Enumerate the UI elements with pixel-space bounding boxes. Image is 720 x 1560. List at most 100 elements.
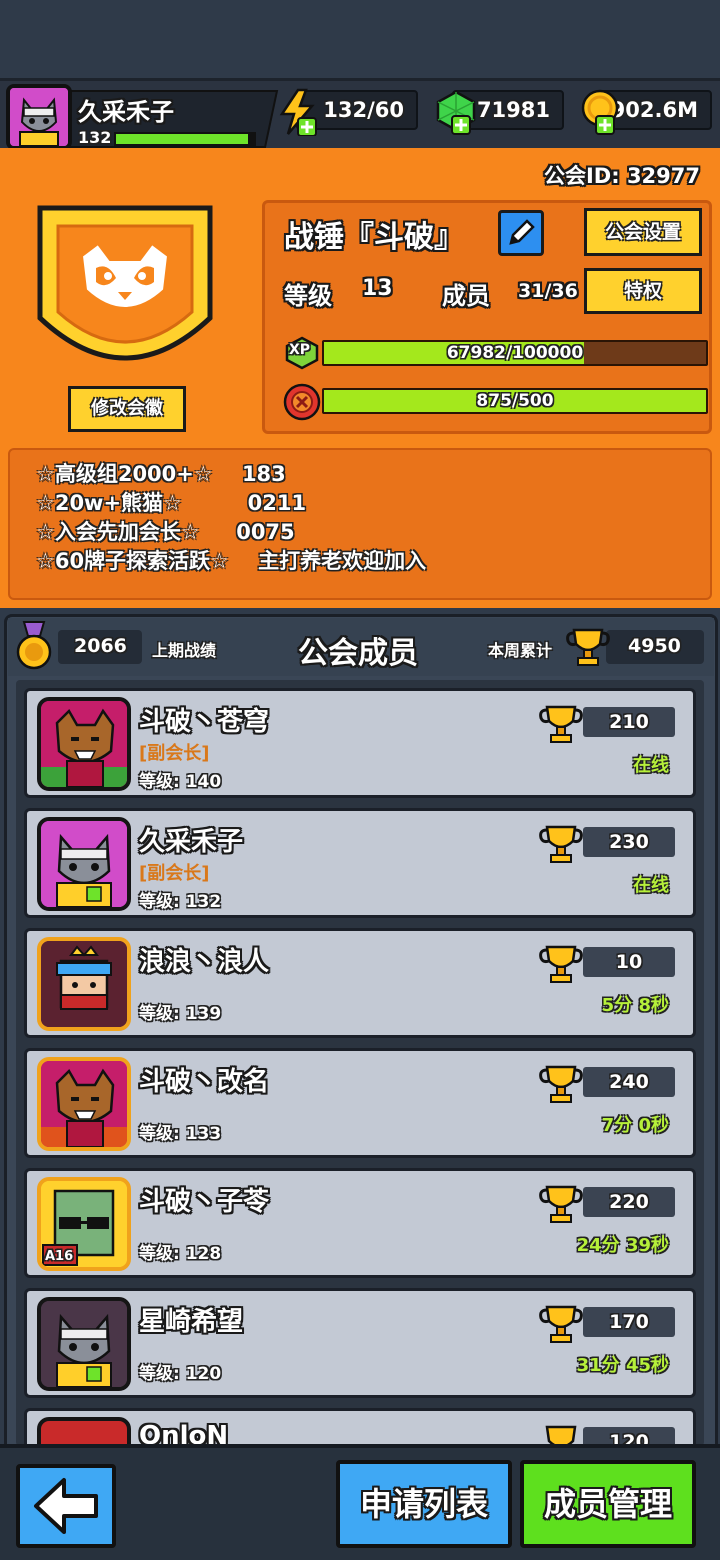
week-total: 4950 — [628, 635, 681, 657]
guild-settings-button[interactable]: 公会设置 — [584, 208, 702, 256]
guild-name: 战锤『斗破』 — [284, 220, 464, 255]
last-score-label: 上期战绩 — [152, 641, 217, 660]
last-score: 2066 — [74, 635, 127, 657]
member-status: 7分 0秒 — [601, 1115, 669, 1136]
status-bar-area — [0, 0, 720, 78]
week-total-label: 本周累计 — [488, 641, 553, 660]
member-name: OnloN — [139, 1421, 229, 1446]
coin-icon[interactable] — [578, 88, 622, 136]
edit-name-button[interactable] — [498, 210, 544, 256]
trophy-icon — [539, 1065, 583, 1103]
member-level: 等级: 140 — [139, 772, 222, 792]
member-name: 星崎希望 — [139, 1307, 244, 1337]
member-name: 久采禾子 — [139, 827, 244, 857]
description-line: ☆20w+熊猫☆ 0211 — [36, 491, 307, 515]
player-avatar[interactable] — [6, 84, 72, 150]
member-row[interactable]: 星崎希望 等级: 120 170 31分 45秒 — [24, 1288, 696, 1398]
activity-medal-icon — [283, 383, 321, 421]
description-line: ☆高级组2000+☆ 183 — [36, 462, 286, 486]
guild-activity-bar: 875/500 — [322, 388, 708, 414]
member-row[interactable]: 浪浪丶浪人 等级: 139 10 5分 8秒 — [24, 928, 696, 1038]
gem-icon[interactable] — [434, 88, 478, 136]
trophy-icon — [539, 705, 583, 743]
cat-avatar-icon — [41, 1301, 127, 1387]
member-name: 斗破丶子苓 — [139, 1187, 270, 1217]
member-row[interactable]: 斗破丶改名 等级: 133 240 7分 0秒 — [24, 1048, 696, 1158]
member-row[interactable]: OnloN 120 — [24, 1408, 696, 1446]
apply-list-button[interactable]: 申请列表 — [336, 1460, 512, 1548]
privilege-button[interactable]: 特权 — [584, 268, 702, 314]
trophy-icon — [539, 945, 583, 983]
member-name: 斗破丶改名 — [139, 1067, 270, 1097]
trophy-icon — [539, 1305, 583, 1343]
ninja-avatar-icon — [41, 941, 127, 1027]
member-status: 5分 8秒 — [601, 995, 669, 1016]
member-avatar[interactable]: A16 — [37, 1177, 131, 1271]
player-panel[interactable]: 久采禾子 132 — [6, 84, 279, 154]
member-level: 等级: 128 — [139, 1244, 222, 1264]
description-line: ☆入会先加会长☆ 0075 — [36, 520, 295, 544]
guild-xp-bar: 67982/100000 — [322, 340, 708, 366]
trophy-icon — [539, 825, 583, 863]
coins-value: 902.6M — [610, 98, 698, 122]
change-badge-button[interactable]: 修改会徽 — [68, 386, 186, 432]
wolf-avatar-icon — [41, 701, 127, 787]
member-trophies: 10 — [583, 947, 675, 977]
player-name: 久采禾子 — [78, 98, 174, 126]
members-title: 公会成员 — [298, 636, 418, 671]
members-label: 成员 — [442, 282, 490, 310]
player-xp-bar — [114, 132, 256, 146]
cat-avatar-icon — [10, 88, 68, 146]
member-level: 等级: 120 — [139, 1364, 222, 1384]
guild-xp-text: 67982/100000 — [446, 343, 584, 363]
player-xp-fill — [116, 134, 249, 144]
back-button[interactable] — [16, 1464, 116, 1548]
members-list[interactable]: 斗破丶苍穹 [副会长] 等级: 140 210 在线 久采禾子 [副会长] 等级… — [16, 680, 704, 1446]
member-avatar[interactable] — [37, 1417, 131, 1446]
trophy-icon — [545, 1425, 577, 1446]
member-status: 在线 — [633, 755, 669, 776]
member-row[interactable]: 久采禾子 [副会长] 等级: 132 230 在线 — [24, 808, 696, 918]
description-line: ☆60牌子探索活跃☆ 主打养老欢迎加入 — [36, 549, 427, 573]
member-trophies: 170 — [583, 1307, 675, 1337]
member-avatar[interactable] — [37, 1297, 131, 1391]
member-manage-button[interactable]: 成员管理 — [520, 1460, 696, 1548]
member-avatar[interactable] — [37, 817, 131, 911]
member-avatar[interactable] — [37, 697, 131, 791]
member-name: 斗破丶苍穹 — [139, 707, 270, 737]
energy-value: 132/60 — [323, 98, 404, 122]
member-level: 等级: 132 — [139, 892, 222, 912]
level-label: 等级 — [284, 282, 332, 310]
medal-icon — [16, 621, 52, 670]
members-count: 31/36 — [518, 280, 578, 302]
member-role: [副会长] — [139, 863, 210, 884]
member-name: 浪浪丶浪人 — [139, 947, 270, 977]
guild-level: 13 — [362, 276, 393, 301]
member-level: 等级: 139 — [139, 1004, 222, 1024]
trophy-icon — [566, 628, 610, 666]
member-row[interactable]: 斗破丶苍穹 [副会长] 等级: 140 210 在线 — [24, 688, 696, 798]
member-avatar[interactable] — [37, 937, 131, 1031]
member-status: 31分 45秒 — [576, 1355, 669, 1376]
member-avatar[interactable] — [37, 1057, 131, 1151]
member-trophies: 210 — [583, 707, 675, 737]
member-trophies: 240 — [583, 1067, 675, 1097]
guild-id: 公会ID: 32977 — [543, 164, 700, 188]
pencil-icon — [509, 219, 535, 245]
guild-badge[interactable] — [30, 198, 220, 388]
member-role: [副会长] — [139, 743, 210, 764]
member-trophies: 230 — [583, 827, 675, 857]
member-row[interactable]: A16 斗破丶子苓 等级: 128 220 24分 39秒 — [24, 1168, 696, 1278]
wolf-avatar-icon — [41, 1061, 127, 1147]
guild-activity-text: 875/500 — [476, 391, 554, 411]
cat-avatar-icon — [41, 821, 127, 907]
member-status: 24分 39秒 — [576, 1235, 669, 1256]
member-status: 在线 — [633, 875, 669, 896]
player-level: 132 — [78, 128, 112, 147]
energy-bolt-icon[interactable] — [276, 88, 320, 136]
back-arrow-icon — [34, 1478, 98, 1534]
member-level: 等级: 133 — [139, 1124, 222, 1144]
avatar-tag: A16 — [45, 1249, 74, 1264]
gems-value: 71981 — [476, 98, 550, 122]
member-trophies: 220 — [583, 1187, 675, 1217]
